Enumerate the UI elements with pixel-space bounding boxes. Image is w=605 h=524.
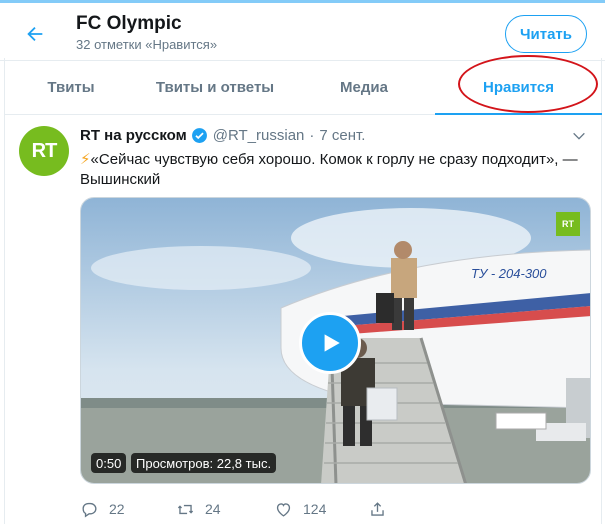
avatar[interactable]: RT: [19, 126, 69, 176]
tweet-card[interactable]: RT RT на русском @RT_russian · 7 сент. ⚡…: [5, 116, 601, 524]
reply-icon: [82, 502, 97, 517]
avatar-logo-text: RT: [31, 139, 58, 162]
like-icon: [276, 502, 291, 517]
play-button[interactable]: [299, 312, 361, 374]
column-border-right: [601, 58, 602, 524]
tweet-body: «Сейчас чувствую себя хорошо. Комок к го…: [80, 151, 578, 188]
retweet-icon: [177, 504, 194, 514]
author-handle[interactable]: @RT_russian: [213, 127, 305, 144]
tweet-actions: 22 24 124: [80, 498, 580, 520]
reply-button[interactable]: 22: [80, 500, 176, 519]
chevron-down-icon[interactable]: [571, 128, 587, 144]
like-count: 124: [303, 501, 327, 517]
author-name[interactable]: RT на русском: [80, 127, 187, 144]
back-button[interactable]: [16, 15, 54, 53]
share-button[interactable]: [368, 500, 408, 519]
like-button[interactable]: 124: [274, 500, 368, 519]
likes-count: 32 отметки «Нравится»: [76, 37, 218, 52]
profile-name: FC Olympic: [76, 13, 182, 34]
back-arrow-icon: [27, 26, 43, 42]
reply-count: 22: [109, 501, 125, 517]
video-player[interactable]: ТУ - 204-300 RT 0:50 Просмотров: 22,8 ты…: [80, 197, 591, 484]
tweet-date[interactable]: 7 сент.: [319, 127, 365, 144]
profile-header: FC Olympic 32 отметки «Нравится» Читать: [0, 3, 605, 61]
tab-tweets[interactable]: Твиты: [5, 61, 137, 114]
play-icon: [324, 334, 340, 352]
follow-button[interactable]: Читать: [505, 15, 587, 53]
profile-tabs: Твиты Твиты и ответы Медиа Нравится: [5, 61, 602, 115]
video-duration: 0:50: [91, 453, 127, 473]
tab-likes[interactable]: Нравится: [435, 61, 602, 115]
tab-media[interactable]: Медиа: [293, 61, 435, 114]
profile-title-block: FC Olympic 32 отметки «Нравится»: [76, 12, 217, 53]
verified-icon: [191, 128, 207, 143]
tweet-meta: RT на русском @RT_russian · 7 сент.: [80, 127, 365, 144]
meta-separator: ·: [309, 127, 315, 144]
tab-tweets-and-replies[interactable]: Твиты и ответы: [137, 61, 293, 114]
retweet-button[interactable]: 24: [176, 500, 274, 519]
plane-livery-text: ТУ - 204-300: [471, 266, 547, 281]
tweet-text: ⚡«Сейчас чувствую себя хорошо. Комок к г…: [80, 150, 590, 190]
share-icon: [371, 501, 384, 516]
retweet-count: 24: [205, 501, 221, 517]
lightning-emoji: ⚡: [80, 151, 91, 168]
rt-watermark-logo: RT: [556, 212, 580, 236]
video-views: Просмотров: 22,8 тыс.: [131, 453, 277, 473]
